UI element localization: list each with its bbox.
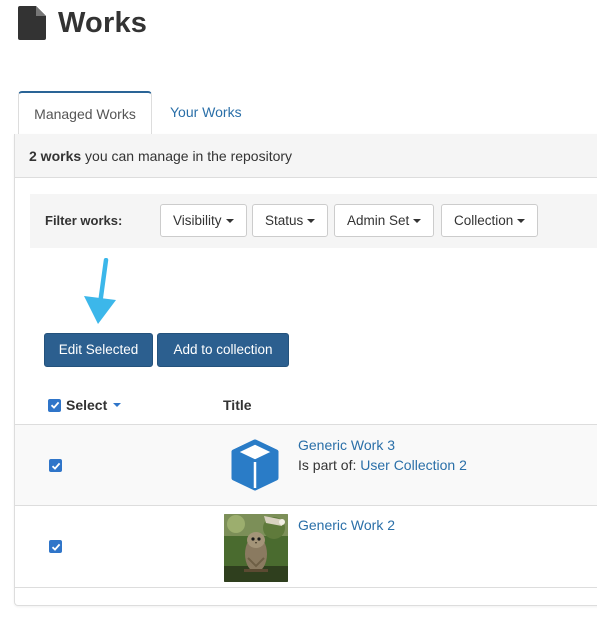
caret-down-icon [307, 219, 316, 224]
filter-status-button[interactable]: Status [252, 204, 329, 237]
annotation-arrow-icon [84, 258, 116, 324]
page-title: Works [58, 6, 148, 39]
part-of-text: Is part of: User Collection 2 [298, 457, 467, 473]
filter-admin-set-button[interactable]: Admin Set [334, 204, 435, 237]
check-icon [51, 543, 60, 551]
edit-selected-button[interactable]: Edit Selected [44, 333, 153, 367]
filter-visibility-label: Visibility [173, 213, 222, 228]
works-summary-text: you can manage in the repository [85, 148, 293, 164]
caret-down-icon [517, 219, 526, 224]
filter-admin-set-label: Admin Set [347, 213, 410, 228]
work-title-link[interactable]: Generic Work 3 [298, 437, 395, 453]
check-icon [51, 462, 60, 470]
add-to-collection-button[interactable]: Add to collection [157, 333, 289, 367]
select-header-label: Select [66, 397, 108, 413]
tab-managed-works[interactable]: Managed Works [18, 91, 152, 135]
works-tabs: Managed Works Your Works [18, 91, 597, 135]
title-column-header: Title [223, 397, 252, 413]
owl-thumbnail[interactable] [224, 514, 288, 582]
filter-bar: Filter works: Visibility Status Admin Se… [30, 194, 597, 248]
filter-label: Filter works: [45, 213, 123, 228]
works-summary: 2 works you can manage in the repository [15, 134, 597, 178]
caret-down-icon [413, 219, 422, 224]
select-all-checkbox[interactable] [48, 398, 61, 412]
part-of-label: Is part of: [298, 457, 357, 473]
works-count: 2 works [29, 148, 82, 164]
caret-down-icon[interactable] [113, 403, 122, 407]
works-panel: 2 works you can manage in the repository… [14, 134, 597, 606]
filter-status-label: Status [265, 213, 304, 228]
filter-collection-label: Collection [454, 213, 514, 228]
check-icon [50, 401, 59, 409]
work-title-link[interactable]: Generic Work 2 [298, 517, 395, 533]
cube-icon[interactable] [229, 438, 281, 492]
caret-down-icon [225, 219, 234, 224]
tab-your-works[interactable]: Your Works [170, 91, 242, 134]
row-checkbox[interactable] [49, 459, 62, 472]
select-column-header[interactable]: Select [48, 397, 122, 413]
row-checkbox[interactable] [49, 540, 62, 553]
document-icon [18, 6, 46, 40]
table-row: Generic Work 3 Is part of: User Collecti… [15, 424, 597, 506]
filter-collection-button[interactable]: Collection [441, 204, 539, 237]
collection-link[interactable]: User Collection 2 [360, 457, 467, 473]
page-header: Works [18, 6, 147, 40]
filter-visibility-button[interactable]: Visibility [160, 204, 247, 237]
table-row: Generic Work 2 [15, 506, 597, 588]
